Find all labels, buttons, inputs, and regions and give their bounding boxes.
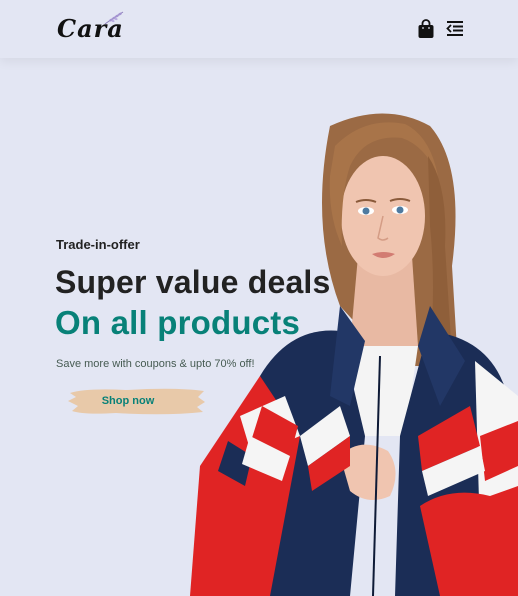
shopping-bag-icon[interactable] bbox=[417, 19, 435, 39]
shop-now-label: Shop now bbox=[101, 395, 155, 407]
hero-section: Trade-in-offer Super value deals On all … bbox=[0, 58, 518, 596]
navbar: Cara bbox=[0, 0, 518, 58]
shop-now-button[interactable]: Shop now bbox=[66, 385, 206, 417]
lavender-sprig-icon bbox=[104, 11, 124, 25]
logo[interactable]: Cara bbox=[55, 8, 135, 48]
menu-icon[interactable] bbox=[446, 19, 464, 37]
hero-model-image bbox=[190, 106, 518, 596]
hero-kicker: Trade-in-offer bbox=[56, 237, 140, 252]
